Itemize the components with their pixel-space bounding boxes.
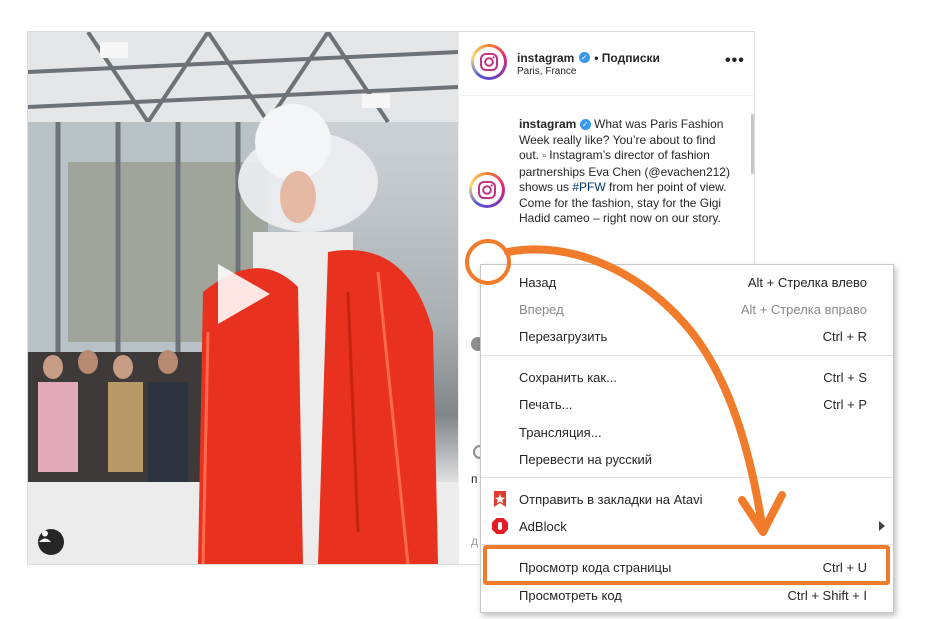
- annotation-arrow: [465, 239, 786, 536]
